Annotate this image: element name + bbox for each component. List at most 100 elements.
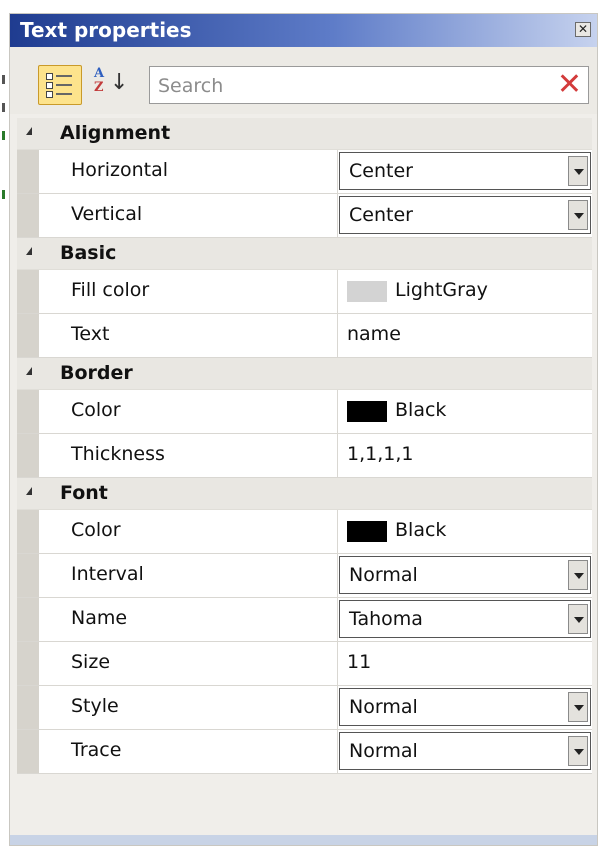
column-divider	[337, 434, 338, 477]
row-gutter	[17, 434, 39, 477]
close-icon[interactable]: ✕	[575, 22, 591, 37]
color-swatch[interactable]	[347, 521, 387, 542]
property-dropdown[interactable]: Tahoma	[339, 600, 591, 638]
category-border[interactable]: Border	[17, 358, 592, 390]
property-name: Fill color	[71, 279, 150, 301]
property-row[interactable]: Horizontal Center	[17, 150, 592, 194]
dropdown-value: Normal	[349, 564, 418, 586]
column-divider	[337, 642, 338, 685]
categorized-icon[interactable]	[38, 65, 82, 105]
property-name: Text	[71, 323, 110, 345]
collapse-icon[interactable]	[26, 487, 32, 495]
category-label: Alignment	[60, 122, 171, 144]
property-name: Style	[71, 695, 119, 717]
property-row[interactable]: Color Black	[17, 510, 592, 554]
column-divider	[337, 270, 338, 313]
chevron-down-icon[interactable]	[568, 604, 588, 634]
property-row[interactable]: Vertical Center	[17, 194, 592, 238]
property-name: Color	[71, 519, 121, 541]
chevron-down-icon[interactable]	[568, 156, 588, 186]
edge-mark	[2, 75, 5, 84]
toolbar: AZ↓ ✕	[10, 47, 597, 114]
clear-icon[interactable]: ✕	[557, 69, 582, 101]
property-name: Thickness	[71, 443, 165, 465]
property-name: Name	[71, 607, 128, 629]
dropdown-value: Tahoma	[349, 608, 423, 630]
property-dropdown[interactable]: Normal	[339, 688, 591, 726]
edge-mark	[2, 190, 5, 199]
sort-az-icon[interactable]: A Z ↓	[92, 67, 130, 103]
dropdown-value: Normal	[349, 696, 418, 718]
row-gutter	[17, 390, 39, 433]
property-name: Size	[71, 651, 111, 673]
window-title: Text properties	[20, 18, 192, 42]
collapse-icon[interactable]	[26, 127, 32, 135]
property-name: Horizontal	[71, 159, 169, 181]
color-swatch[interactable]	[347, 401, 387, 422]
column-divider	[337, 510, 338, 553]
row-gutter	[17, 642, 39, 685]
column-divider	[337, 730, 338, 773]
column-divider	[337, 390, 338, 433]
category-label: Font	[60, 482, 108, 504]
color-value[interactable]: Black	[395, 519, 446, 541]
edge-mark	[2, 103, 5, 112]
column-divider	[337, 598, 338, 641]
property-name: Color	[71, 399, 121, 421]
property-dropdown[interactable]: Normal	[339, 556, 591, 594]
property-value[interactable]: 1,1,1,1	[347, 443, 413, 465]
search-input[interactable]	[156, 71, 540, 101]
property-dropdown[interactable]: Center	[339, 196, 591, 234]
color-swatch[interactable]	[347, 281, 387, 302]
dropdown-value: Normal	[349, 740, 418, 762]
row-gutter	[17, 150, 39, 193]
row-gutter	[17, 270, 39, 313]
collapse-icon[interactable]	[26, 247, 32, 255]
property-dropdown[interactable]: Normal	[339, 732, 591, 770]
column-divider	[337, 554, 338, 597]
property-name: Interval	[71, 563, 144, 585]
category-label: Border	[60, 362, 133, 384]
property-row[interactable]: Name Tahoma	[17, 598, 592, 642]
row-gutter	[17, 554, 39, 597]
property-row[interactable]: Thickness 1,1,1,1	[17, 434, 592, 478]
title-bar: Text properties ✕	[10, 14, 597, 47]
property-row[interactable]: Interval Normal	[17, 554, 592, 598]
column-divider	[337, 150, 338, 193]
chevron-down-icon[interactable]	[568, 560, 588, 590]
collapse-icon[interactable]	[26, 367, 32, 375]
dropdown-value: Center	[349, 204, 413, 226]
chevron-down-icon[interactable]	[568, 692, 588, 722]
chevron-down-icon[interactable]	[568, 200, 588, 230]
property-value[interactable]: name	[347, 323, 401, 345]
chevron-down-icon[interactable]	[568, 736, 588, 766]
row-gutter	[17, 194, 39, 237]
property-row[interactable]: Style Normal	[17, 686, 592, 730]
property-row[interactable]: Color Black	[17, 390, 592, 434]
color-value[interactable]: Black	[395, 399, 446, 421]
column-divider	[337, 314, 338, 357]
property-grid: Alignment Horizontal Center Vertical Center B…	[17, 118, 592, 774]
left-edge	[0, 0, 8, 853]
category-label: Basic	[60, 242, 117, 264]
category-basic[interactable]: Basic	[17, 238, 592, 270]
row-gutter	[17, 730, 39, 773]
property-row[interactable]: Trace Normal	[17, 730, 592, 774]
property-row[interactable]: Text name	[17, 314, 592, 358]
row-gutter	[17, 510, 39, 553]
edge-mark	[2, 131, 5, 140]
description-strip	[10, 835, 597, 845]
search-box: ✕	[149, 66, 589, 104]
row-gutter	[17, 314, 39, 357]
category-font[interactable]: Font	[17, 478, 592, 510]
property-row[interactable]: Fill color LightGray	[17, 270, 592, 314]
color-value[interactable]: LightGray	[395, 279, 488, 301]
property-dropdown[interactable]: Center	[339, 152, 591, 190]
column-divider	[337, 194, 338, 237]
property-value[interactable]: 11	[347, 651, 371, 673]
category-alignment[interactable]: Alignment	[17, 118, 592, 150]
dropdown-value: Center	[349, 160, 413, 182]
column-divider	[337, 686, 338, 729]
property-row[interactable]: Size 11	[17, 642, 592, 686]
property-name: Vertical	[71, 203, 143, 225]
